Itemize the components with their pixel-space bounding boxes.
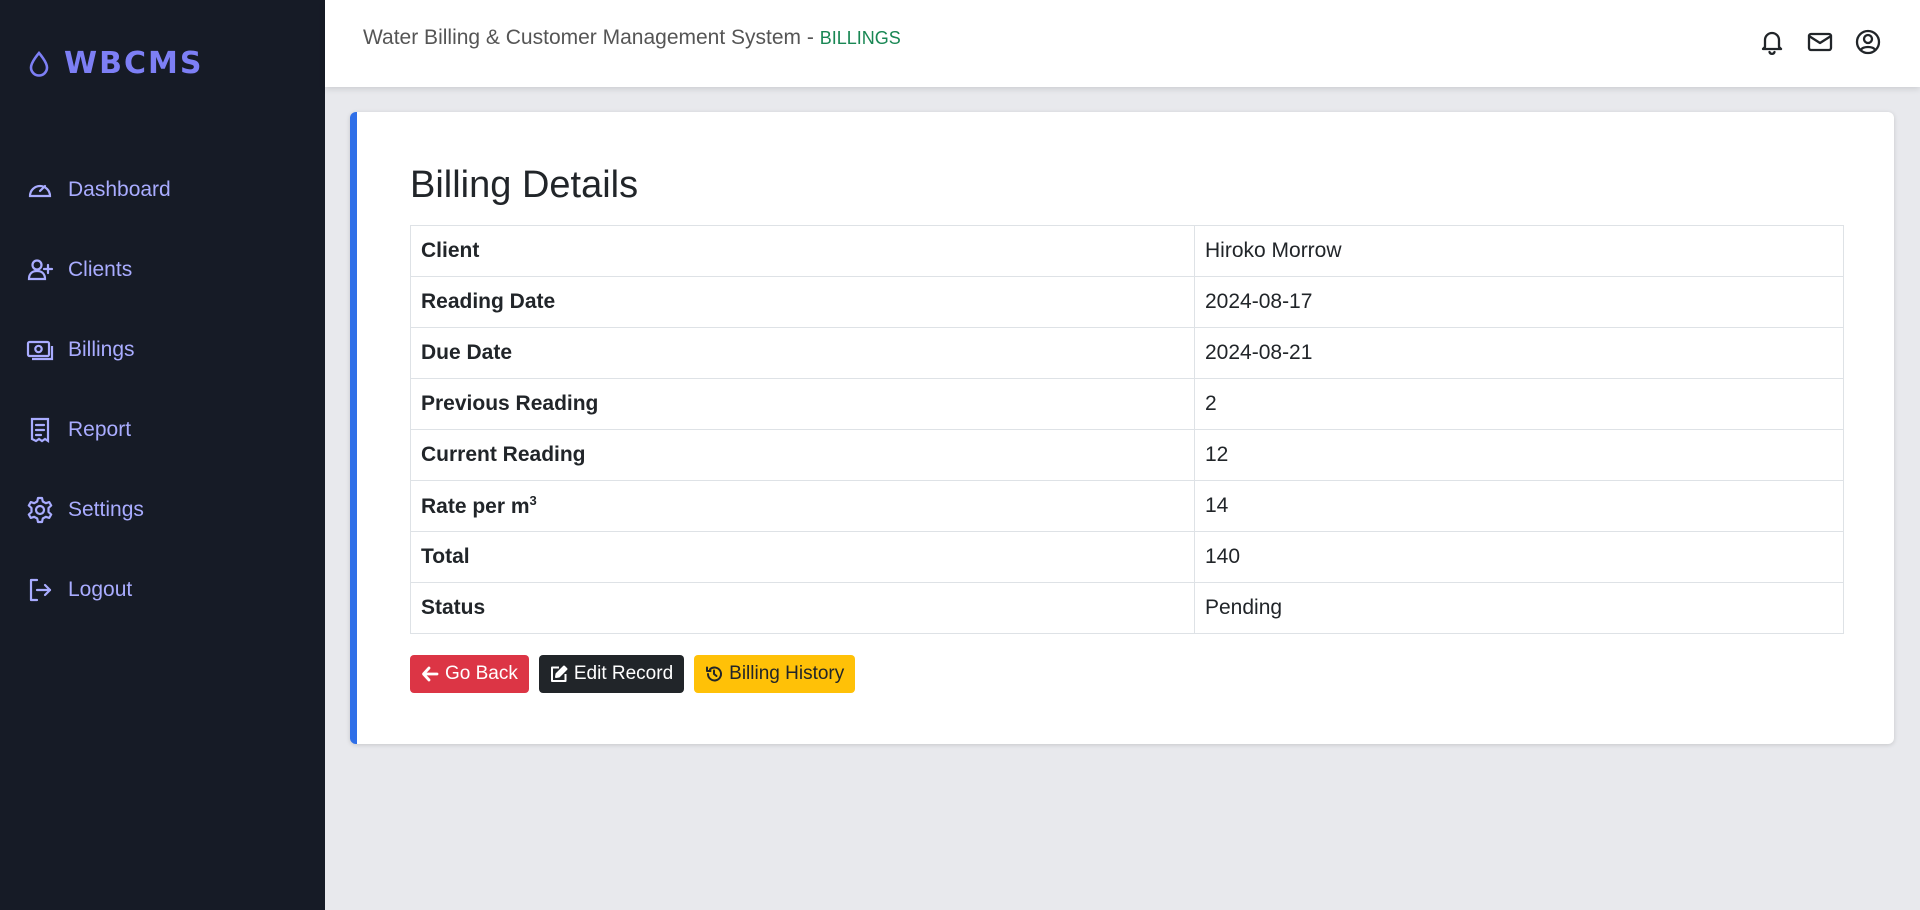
gauge-icon xyxy=(28,184,52,198)
row-value-due-date: 2024-08-21 xyxy=(1194,327,1844,379)
edit-record-button[interactable]: Edit Record xyxy=(538,655,685,693)
billing-details-table: Client Hiroko Morrow Reading Date 2024-0… xyxy=(410,225,1844,634)
row-value-rate: 14 xyxy=(1194,480,1844,532)
brand-name: WBCMS xyxy=(64,46,204,81)
sidebar: WBCMS Dashboard Clients Billings Report … xyxy=(0,0,325,910)
table-row: Status Pending xyxy=(410,582,1844,634)
row-value-client: Hiroko Morrow xyxy=(1194,225,1844,277)
action-buttons: Go Back Edit Record Billing History xyxy=(410,655,856,693)
edit-icon xyxy=(550,665,568,682)
row-label-total: Total xyxy=(410,531,1195,583)
table-row: Previous Reading 2 xyxy=(410,378,1844,430)
row-label-status: Status xyxy=(410,582,1195,634)
sidebar-item-label: Dashboard xyxy=(68,178,171,201)
row-label-reading-date: Reading Date xyxy=(410,276,1195,328)
sidebar-item-billings[interactable]: Billings xyxy=(0,310,325,390)
app-title: Water Billing & Customer Management Syst… xyxy=(363,26,820,49)
row-value-total: 140 xyxy=(1194,531,1844,583)
sidebar-item-clients[interactable]: Clients xyxy=(0,230,325,310)
section-name: BILLINGS xyxy=(819,28,901,48)
row-label-current-reading: Current Reading xyxy=(410,429,1195,481)
water-drop-icon xyxy=(29,50,49,77)
row-value-current-reading: 12 xyxy=(1194,429,1844,481)
arrow-left-icon xyxy=(422,666,439,682)
mail-icon[interactable] xyxy=(1806,28,1834,56)
user-plus-icon xyxy=(27,259,54,281)
row-label-client: Client xyxy=(410,225,1195,277)
header-icons xyxy=(1758,28,1882,56)
history-icon xyxy=(706,666,723,682)
top-bar: Water Billing & Customer Management Syst… xyxy=(325,0,1920,87)
row-label-previous-reading: Previous Reading xyxy=(410,378,1195,430)
money-bill-icon xyxy=(26,340,54,361)
row-label-due-date: Due Date xyxy=(410,327,1195,379)
edit-record-label: Edit Record xyxy=(573,663,674,684)
go-back-button[interactable]: Go Back xyxy=(410,655,529,693)
gear-icon xyxy=(27,496,53,524)
billing-history-label: Billing History xyxy=(729,663,845,684)
table-row: Total 140 xyxy=(410,531,1844,583)
table-row: Due Date 2024-08-21 xyxy=(410,327,1844,379)
billing-details-card: Billing Details Client Hiroko Morrow Rea… xyxy=(350,112,1894,744)
sidebar-item-label: Report xyxy=(68,418,132,441)
sidebar-item-report[interactable]: Report xyxy=(0,390,325,470)
brand-logo[interactable]: WBCMS xyxy=(28,46,203,81)
page-header-title: Water Billing & Customer Management Syst… xyxy=(363,26,901,50)
table-row: Reading Date 2024-08-17 xyxy=(410,276,1844,328)
rate-label-text: Rate per m xyxy=(421,495,530,518)
row-label-rate: Rate per m3 xyxy=(410,480,1195,532)
sidebar-nav: Dashboard Clients Billings Report Settin… xyxy=(0,150,325,630)
row-value-status: Pending xyxy=(1194,582,1844,634)
sidebar-item-label: Logout xyxy=(68,578,133,601)
bell-icon[interactable] xyxy=(1758,28,1786,56)
sidebar-item-label: Clients xyxy=(68,258,133,281)
go-back-label: Go Back xyxy=(445,663,518,684)
row-value-previous-reading: 2 xyxy=(1194,378,1844,430)
page-title: Billing Details xyxy=(410,164,639,206)
sidebar-item-label: Settings xyxy=(68,498,144,521)
receipt-icon xyxy=(30,417,50,444)
table-row: Rate per m3 14 xyxy=(410,480,1844,532)
table-row: Current Reading 12 xyxy=(410,429,1844,481)
table-row: Client Hiroko Morrow xyxy=(410,225,1844,277)
rate-label-superscript: 3 xyxy=(529,493,537,508)
sidebar-item-label: Billings xyxy=(68,338,135,361)
sidebar-item-logout[interactable]: Logout xyxy=(0,550,325,630)
billing-history-button[interactable]: Billing History xyxy=(694,655,856,693)
logout-icon xyxy=(29,578,52,602)
sidebar-item-dashboard[interactable]: Dashboard xyxy=(0,150,325,230)
user-circle-icon[interactable] xyxy=(1854,28,1882,56)
sidebar-item-settings[interactable]: Settings xyxy=(0,470,325,550)
row-value-reading-date: 2024-08-17 xyxy=(1194,276,1844,328)
